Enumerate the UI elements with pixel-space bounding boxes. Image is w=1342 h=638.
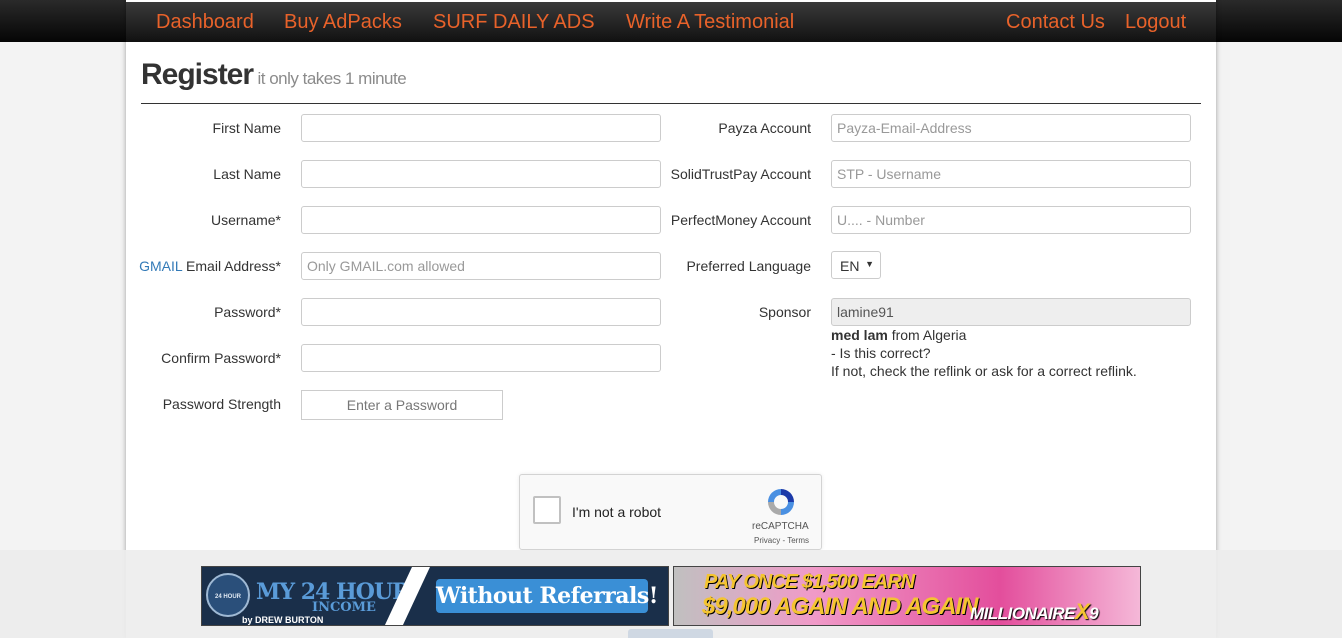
recaptcha-brand: reCAPTCHA (752, 521, 809, 532)
solidtrustpay-label: SolidTrustPay Account (670, 166, 811, 182)
password-strength-meter: Enter a Password (301, 390, 503, 420)
recaptcha-privacy-link[interactable]: Privacy (754, 536, 780, 545)
password-input[interactable] (301, 298, 661, 326)
confirm-password-label: Confirm Password* (161, 350, 281, 366)
recaptcha-links: Privacy - Terms (754, 536, 809, 545)
email-input[interactable] (301, 252, 661, 280)
24-hour-income-logo-icon: 24 HOUR INCOME (206, 573, 250, 617)
title-divider (141, 103, 1201, 104)
first-name-label: First Name (212, 120, 281, 136)
payza-label: Payza Account (718, 120, 811, 136)
main-navbar: Dashboard Buy AdPacks SURF DAILY ADS Wri… (126, 2, 1216, 42)
b2-brand-b: 9 (1089, 604, 1099, 623)
nav-write-testimonial[interactable]: Write A Testimonial (626, 11, 794, 34)
b1-income: INCOME (312, 600, 376, 615)
sponsor-location: from Algeria (887, 327, 967, 343)
page-container: Dashboard Buy AdPacks SURF DAILY ADS Wri… (126, 0, 1216, 638)
bottom-tab[interactable] (628, 629, 713, 638)
ad-banner-millionairex9[interactable]: PAY ONCE $1,500 EARN $9,000 AGAIN AND AG… (673, 566, 1141, 626)
username-label: Username* (210, 212, 281, 228)
perfectmoney-label: PerfectMoney Account (670, 212, 811, 228)
nav-dashboard[interactable]: Dashboard (156, 11, 254, 34)
sponsor-input (831, 298, 1191, 326)
last-name-input[interactable] (301, 160, 661, 188)
nav-surf-daily-ads[interactable]: SURF DAILY ADS (433, 11, 595, 34)
sponsor-question: - Is this correct? (831, 345, 931, 361)
ad-banner-my24hourincome[interactable]: 24 HOUR INCOME MY 24 HOUR INCOME by DREW… (201, 566, 669, 626)
sponsor-identity: med lam from Algeria (831, 326, 1137, 344)
chevron-down-icon: ▼ (865, 259, 874, 269)
perfectmoney-input[interactable] (831, 206, 1191, 234)
confirm-password-input[interactable] (301, 344, 661, 372)
language-label: Preferred Language (686, 258, 811, 274)
page-subtitle: it only takes 1 minute (257, 69, 407, 88)
b2-line2: $9,000 AGAIN AND AGAIN (702, 593, 978, 620)
email-label-gmail: GMAIL (139, 258, 183, 274)
sponsor-hint: If not, check the reflink or ask for a c… (831, 363, 1137, 379)
b2-line1: PAY ONCE $1,500 EARN (704, 571, 915, 593)
recaptcha-terms-link[interactable]: Terms (787, 536, 809, 545)
b2-brand-x: X (1075, 599, 1090, 624)
sponsor-name: med lam (831, 327, 888, 343)
ad-bar: 24 HOUR INCOME MY 24 HOUR INCOME by DREW… (0, 550, 1342, 638)
b2-brand-a: MILLIONAIRE (970, 604, 1076, 623)
recaptcha-checkbox[interactable] (533, 496, 561, 524)
payza-input[interactable] (831, 114, 1191, 142)
language-select[interactable]: EN ▼ (831, 251, 881, 279)
recaptcha-widget: I'm not a robot reCAPTCHA Privacy - Term… (519, 474, 822, 550)
page-title: Register it only takes 1 minute (141, 58, 407, 92)
b1-logo-text: 24 HOUR INCOME (214, 594, 241, 600)
sponsor-info: med lam from Algeria - Is this correct? … (831, 326, 1137, 380)
recaptcha-logo-icon (768, 489, 794, 515)
nav-logout[interactable]: Logout (1125, 11, 1186, 34)
username-input[interactable] (301, 206, 661, 234)
sponsor-label: Sponsor (758, 304, 811, 320)
recaptcha-label: I'm not a robot (572, 504, 662, 520)
first-name-input[interactable] (301, 114, 661, 142)
password-label: Password* (214, 304, 281, 320)
email-label-text: Email Address* (182, 258, 281, 274)
language-selected-value: EN (840, 258, 860, 274)
nav-buy-adpacks[interactable]: Buy AdPacks (284, 11, 402, 34)
b2-brand: MILLIONAIREX9 (970, 599, 1099, 625)
solidtrustpay-input[interactable] (831, 160, 1191, 188)
email-label: GMAIL Email Address* (126, 258, 281, 274)
page-title-text: Register (141, 58, 254, 91)
last-name-label: Last Name (213, 166, 281, 182)
nav-contact-us[interactable]: Contact Us (1006, 11, 1105, 34)
b1-cta: Without Referrals! (436, 579, 658, 613)
password-strength-label: Password Strength (162, 396, 281, 412)
b1-byline: by DREW BURTON (242, 615, 324, 625)
